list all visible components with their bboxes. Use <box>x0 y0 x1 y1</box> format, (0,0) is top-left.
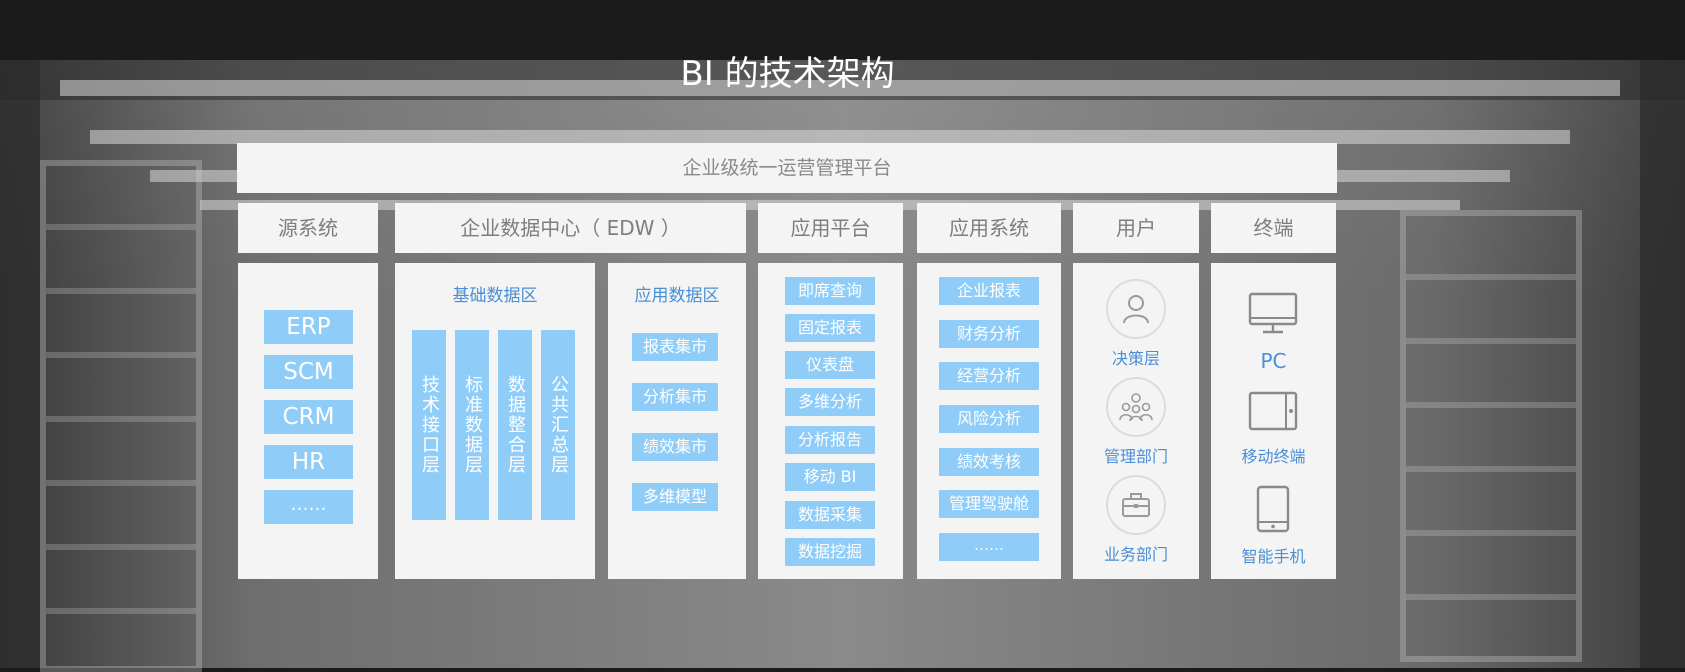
app-zone-item: 多维模型 <box>632 483 718 511</box>
platform-item: 即席查询 <box>785 277 875 305</box>
app-zone-item: 分析集市 <box>632 383 718 411</box>
base-layer: 技术接口层 <box>412 330 446 520</box>
header-source: 源系统 <box>238 203 378 253</box>
app-data-zone-title: 应用数据区 <box>634 286 720 306</box>
app-item: 绩效考核 <box>939 448 1039 476</box>
platform-banner: 企业级统一运营管理平台 <box>237 143 1337 193</box>
app-item: 风险分析 <box>939 405 1039 433</box>
terminal-label: 移动终端 <box>1241 447 1306 466</box>
tablet-icon <box>1248 391 1298 431</box>
terminal-label: 智能手机 <box>1241 547 1306 566</box>
platform-item: 多维分析 <box>785 388 875 416</box>
source-item: CRM <box>264 400 353 434</box>
platform-item: 数据采集 <box>785 501 875 529</box>
source-item: …… <box>264 490 353 524</box>
source-column: ERP SCM CRM HR …… <box>238 263 378 579</box>
app-item: 管理驾驶舱 <box>939 490 1039 518</box>
app-item: 经营分析 <box>939 362 1039 390</box>
terminal-label: PC <box>1260 349 1287 373</box>
header-edw: 企业数据中心（ EDW ） <box>395 203 746 253</box>
base-layer: 数据整合层 <box>498 330 532 520</box>
user-label: 管理部门 <box>1103 447 1168 466</box>
smartphone-icon <box>1256 485 1290 533</box>
platform-item: 分析报告 <box>785 426 875 454</box>
header-platform: 应用平台 <box>758 203 903 253</box>
app-item: …… <box>939 533 1039 561</box>
app-item: 财务分析 <box>939 320 1039 348</box>
person-icon <box>1123 295 1149 324</box>
source-item: HR <box>264 445 353 479</box>
user-label: 业务部门 <box>1103 545 1168 564</box>
phone-icon-wrap <box>1255 485 1291 533</box>
tablet-icon-wrap <box>1248 391 1298 431</box>
group-icon <box>1119 393 1153 422</box>
management-circle <box>1106 377 1166 437</box>
platform-item: 移动 BI <box>785 463 875 491</box>
base-layer: 标准数据层 <box>455 330 489 520</box>
business-circle <box>1106 475 1166 535</box>
base-data-zone-title: 基础数据区 <box>452 286 538 306</box>
terminals-column: PC 移动终端 智能手机 <box>1211 263 1336 579</box>
pc-icon-wrap <box>1247 291 1299 337</box>
header-terminals: 终端 <box>1211 203 1336 253</box>
page-title: BI 的技术架构 <box>680 54 895 94</box>
monitor-icon <box>1248 292 1298 334</box>
platform-column: 即席查询 固定报表 仪表盘 多维分析 分析报告 移动 BI 数据采集 数据挖掘 <box>758 263 903 579</box>
base-layer: 公共汇总层 <box>541 330 575 520</box>
platform-item: 仪表盘 <box>785 351 875 379</box>
app-zone-item: 绩效集市 <box>632 433 718 461</box>
briefcase-icon <box>1122 493 1150 517</box>
header-apps: 应用系统 <box>917 203 1061 253</box>
app-data-zone: 应用数据区 报表集市 分析集市 绩效集市 多维模型 <box>608 263 746 579</box>
source-item: SCM <box>264 355 353 389</box>
decision-circle <box>1106 279 1166 339</box>
source-item: ERP <box>264 310 353 344</box>
platform-item: 数据挖掘 <box>785 538 875 566</box>
header-users: 用户 <box>1073 203 1199 253</box>
app-item: 企业报表 <box>939 277 1039 305</box>
platform-item: 固定报表 <box>785 314 875 342</box>
users-column: 决策层 管理部门 业务部门 <box>1073 263 1199 579</box>
apps-column: 企业报表 财务分析 经营分析 风险分析 绩效考核 管理驾驶舱 …… <box>917 263 1061 579</box>
app-zone-item: 报表集市 <box>632 333 718 361</box>
user-label: 决策层 <box>1111 349 1160 368</box>
